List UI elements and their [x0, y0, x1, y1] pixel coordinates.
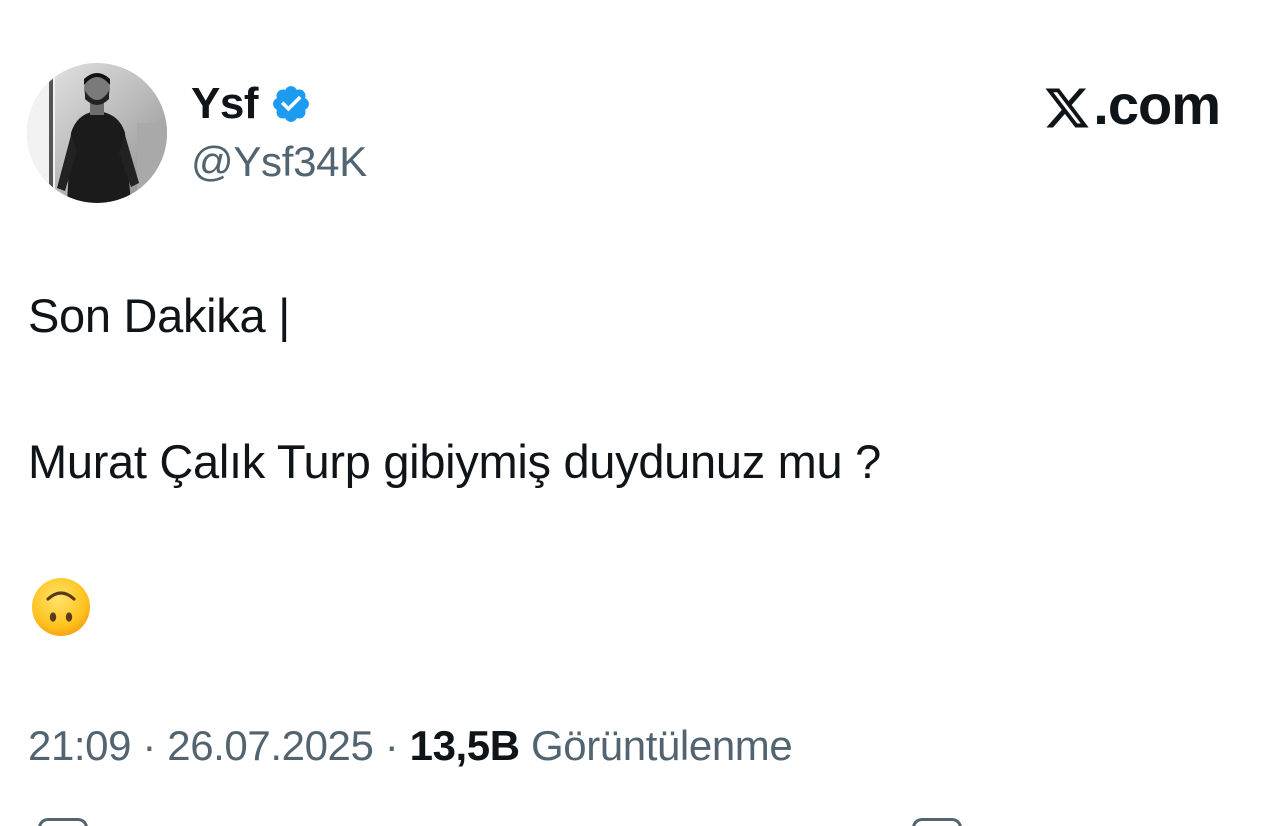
views-count[interactable]: 13,5B: [410, 722, 520, 769]
tweet-text-line-2: Murat Çalık Turp gibiymiş duydunuz mu ?: [28, 435, 881, 488]
meta-separator: ·: [384, 722, 410, 769]
x-brand-watermark: .com: [1043, 72, 1221, 136]
author-name-row[interactable]: Ysf: [191, 76, 312, 132]
tweet-meta: 21:09 · 26.07.2025 · 13,5B Görüntülenme: [28, 722, 793, 770]
views-label: Görüntülenme: [530, 722, 793, 769]
bookmark-icon[interactable]: [912, 818, 962, 826]
author-handle[interactable]: @Ysf34K: [191, 138, 367, 186]
x-logo-icon: [1043, 80, 1091, 128]
tweet-card: Ysf @Ysf34K .com Son Dakika | Murat Çalı…: [0, 0, 1280, 826]
meta-separator: ·: [142, 722, 168, 769]
reply-icon[interactable]: [38, 818, 88, 826]
tweet-date[interactable]: 26.07.2025: [167, 722, 374, 769]
tweet-time[interactable]: 21:09: [28, 722, 132, 769]
author-display-name[interactable]: Ysf: [191, 79, 258, 129]
profile-photo-icon: [27, 63, 167, 203]
author-avatar[interactable]: [27, 63, 167, 203]
tweet-text-line-1: Son Dakika |: [28, 289, 291, 342]
brand-suffix: .com: [1093, 72, 1221, 136]
upside-down-face-emoji-icon: [31, 577, 91, 637]
verified-badge-icon: [270, 83, 312, 125]
